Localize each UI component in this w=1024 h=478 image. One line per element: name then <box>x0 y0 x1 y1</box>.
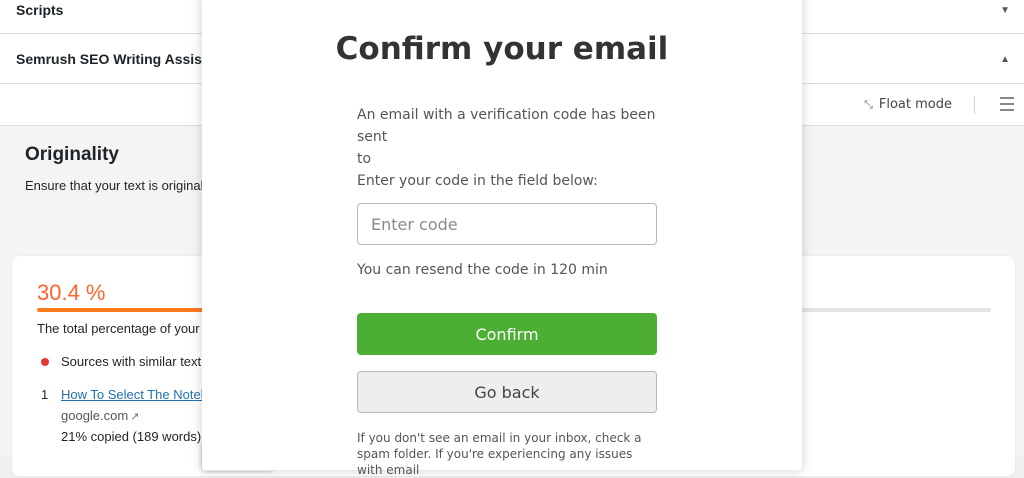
confirm-email-modal: Confirm your email An email with a verif… <box>202 0 802 477</box>
toolbar-divider <box>974 96 975 114</box>
result-number: 1 <box>41 387 49 402</box>
hamburger-menu-icon[interactable] <box>1000 97 1014 115</box>
scripts-title: Scripts <box>16 2 64 18</box>
total-percentage-text: The total percentage of your <box>37 321 200 336</box>
modal-desc-line3: Enter your code in the field below: <box>357 173 598 189</box>
modal-desc-line1: An email with a verification code has be… <box>357 107 656 145</box>
originality-title: Originality <box>25 144 119 165</box>
modal-description: An email with a verification code has be… <box>357 104 667 192</box>
semrush-title: Semrush SEO Writing Assist <box>16 51 207 67</box>
resend-code-text: You can resend the code in 120 min <box>357 262 608 278</box>
red-dot-icon <box>41 358 49 366</box>
modal-title: Confirm your email <box>335 31 669 67</box>
modal-footer-note: If you don't see an email in your inbox,… <box>357 431 642 477</box>
originality-subtitle: Ensure that your text is original <box>25 178 204 193</box>
result-domain: google.com ↗ <box>61 408 139 423</box>
verification-code-input[interactable] <box>357 203 657 245</box>
external-link-icon[interactable]: ↗ <box>130 411 139 423</box>
result-link[interactable]: How To Select The Notel <box>61 387 204 402</box>
float-mode-label: Float mode <box>878 97 952 112</box>
sources-similar-text: Sources with similar text <box>61 354 202 369</box>
caret-up-icon[interactable]: ▲ <box>1000 54 1010 65</box>
result-copied: 21% copied (189 words) <box>61 429 202 444</box>
confirm-button[interactable]: Confirm <box>357 313 657 355</box>
originality-percentage: 30.4 % <box>37 280 106 305</box>
caret-down-icon[interactable]: ▼ <box>1000 5 1010 16</box>
go-back-button[interactable]: Go back <box>357 371 657 413</box>
float-mode-button[interactable]: ⤡ Float mode <box>864 97 952 112</box>
modal-desc-line2: to <box>357 151 372 167</box>
result-domain-text: google.com <box>61 408 129 423</box>
compress-arrows-icon: ⤡ <box>864 97 873 111</box>
